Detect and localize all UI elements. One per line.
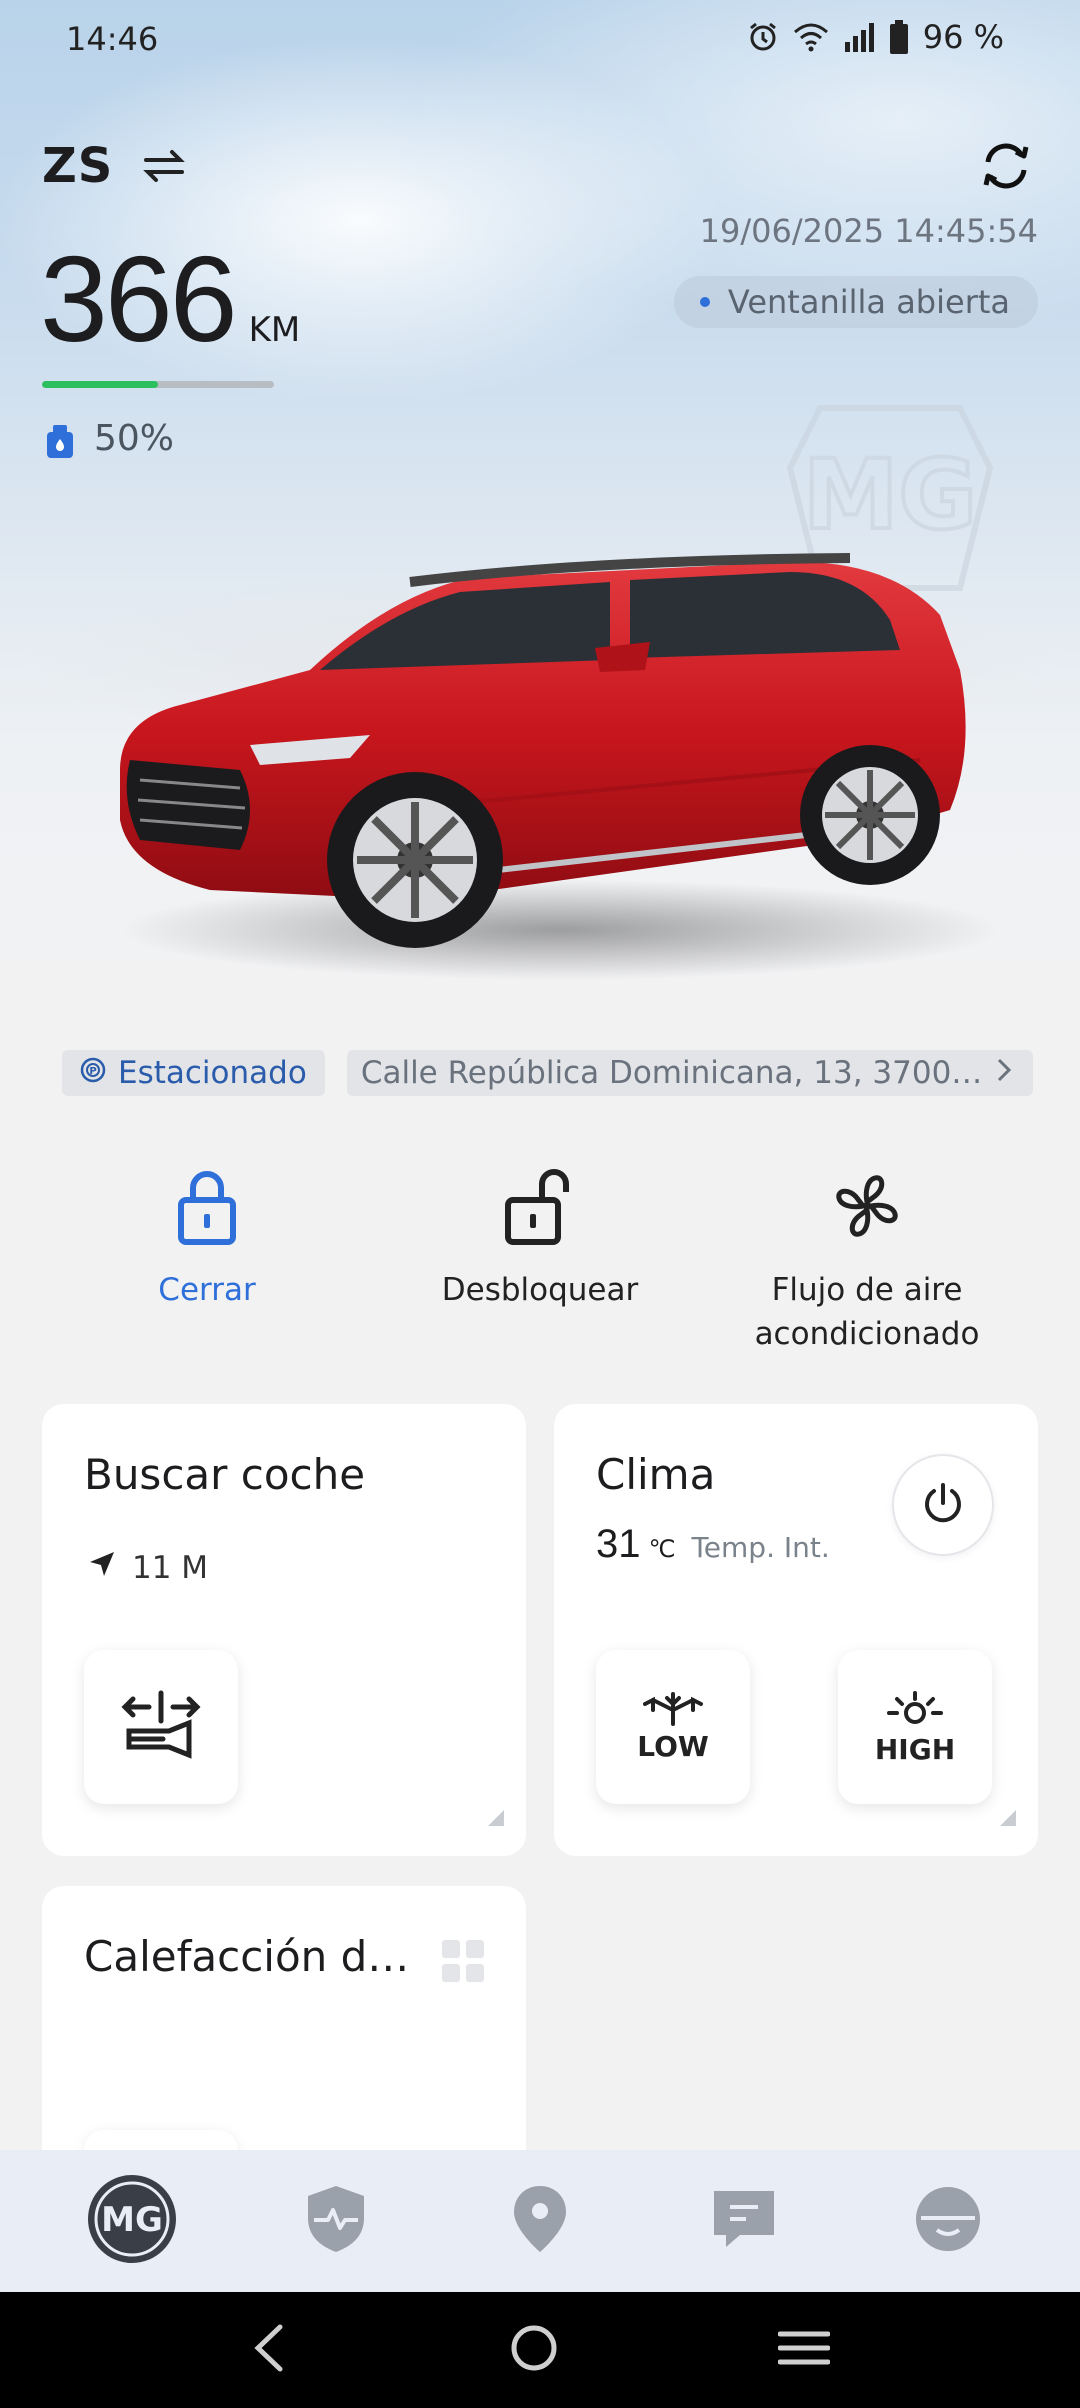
location-row: P Estacionado Calle República Dominicana…: [62, 1050, 1033, 1096]
address-link[interactable]: Calle República Dominicana, 13, 37003...: [346, 1050, 1033, 1096]
recents-menu-icon[interactable]: [777, 2328, 831, 2372]
status-bar: 14:46 96 %: [0, 0, 1080, 80]
unlock-icon: [500, 1166, 580, 1246]
svg-text:MG: MG: [101, 2200, 163, 2240]
lock-label: Cerrar: [158, 1272, 256, 1308]
heating-button[interactable]: [84, 2130, 238, 2150]
temperature-unit: ℃: [648, 1535, 676, 1563]
find-car-card[interactable]: Buscar coche 11 M: [42, 1404, 526, 1856]
heating-title: Calefacción de...: [84, 1932, 424, 1981]
climate-high-button[interactable]: HIGH: [838, 1650, 992, 1804]
battery-percent: 96 %: [922, 18, 1004, 56]
parked-label: Estacionado: [118, 1055, 307, 1091]
nav-messages[interactable]: [689, 2166, 799, 2276]
heating-card[interactable]: Calefacción de...: [42, 1886, 526, 2150]
mg-logo-icon: MG: [86, 2173, 178, 2269]
map-pin-icon: [511, 2184, 569, 2258]
interior-temperature: 31 ℃ Temp. Int.: [596, 1522, 830, 1567]
horn-lights-icon: [121, 1685, 201, 1769]
chevron-right-icon: [995, 1055, 1013, 1091]
battery-icon: [889, 20, 909, 54]
wifi-icon: [793, 22, 829, 52]
nav-home[interactable]: MG: [77, 2166, 187, 2276]
nav-vehicle-health[interactable]: [281, 2166, 391, 2276]
parked-badge: P Estacionado: [62, 1050, 325, 1096]
bottom-navigation: MG: [0, 2150, 1080, 2292]
distance-readout: 11 M: [88, 1550, 208, 1586]
last-updated: 19/06/2025 14:45:54: [699, 212, 1038, 250]
find-car-title: Buscar coche: [84, 1450, 366, 1499]
temperature-value: 31: [596, 1522, 641, 1566]
navigation-arrow-icon: [88, 1550, 116, 1586]
alarm-icon: [747, 21, 779, 53]
ac-airflow-button[interactable]: Flujo de aire acondicionado: [702, 1166, 1032, 1356]
switch-vehicle-icon[interactable]: [142, 146, 186, 186]
snowflake-icon: [641, 1691, 705, 1730]
parking-icon: P: [80, 1055, 106, 1091]
nav-profile[interactable]: [893, 2166, 1003, 2276]
signal-icon: [843, 22, 875, 52]
nav-location[interactable]: [485, 2166, 595, 2276]
lock-button[interactable]: Cerrar: [42, 1166, 372, 1312]
lock-icon: [167, 1166, 247, 1246]
address-text: Calle República Dominicana, 13, 37003...: [360, 1055, 995, 1091]
svg-text:P: P: [89, 1066, 96, 1077]
distance-value: 11 M: [132, 1550, 209, 1586]
climate-card[interactable]: Clima 31 ℃ Temp. Int. LOW HIGH: [554, 1404, 1038, 1856]
shield-pulse-icon: [304, 2184, 368, 2258]
vehicle-image: [90, 520, 1020, 980]
status-dot: [699, 297, 710, 307]
climate-power-button[interactable]: [892, 1454, 994, 1556]
fuel-icon: [46, 424, 74, 458]
unlock-button[interactable]: Desbloquear: [375, 1166, 705, 1312]
low-label: LOW: [637, 1729, 709, 1763]
range-unit: KM: [248, 310, 301, 350]
card-corner: [488, 1810, 504, 1826]
back-icon[interactable]: [250, 2323, 290, 2377]
fuel-level: 50%: [94, 418, 175, 459]
high-label: HIGH: [874, 1732, 956, 1766]
range-value: 366: [40, 231, 238, 367]
status-time: 14:46: [66, 20, 159, 58]
power-icon: [919, 1479, 967, 1531]
drag-handle-icon[interactable]: [438, 1936, 488, 1986]
range-bar: [42, 381, 274, 388]
message-icon: [710, 2187, 778, 2255]
range-bar-fill: [42, 381, 158, 388]
fan-icon: [827, 1166, 907, 1246]
horn-lights-button[interactable]: [84, 1650, 238, 1804]
window-status-badge[interactable]: Ventanilla abierta: [673, 276, 1038, 328]
sun-icon: [883, 1689, 947, 1733]
home-icon[interactable]: [509, 2323, 559, 2377]
status-icons: 96 %: [747, 18, 1004, 56]
profile-icon: [915, 2186, 981, 2256]
unlock-label: Desbloquear: [441, 1272, 639, 1308]
range-display: 366 KM: [40, 238, 300, 360]
card-corner: [1000, 1810, 1016, 1826]
temperature-label: Temp. Int.: [691, 1531, 830, 1564]
climate-low-button[interactable]: LOW: [596, 1650, 750, 1804]
refresh-icon[interactable]: [978, 138, 1034, 194]
system-navigation-bar: [0, 2292, 1080, 2408]
vehicle-model[interactable]: ZS: [42, 138, 113, 194]
ac-airflow-label: Flujo de aire acondicionado: [754, 1272, 980, 1352]
window-status-label: Ventanilla abierta: [727, 283, 1010, 321]
climate-title: Clima: [596, 1450, 716, 1499]
